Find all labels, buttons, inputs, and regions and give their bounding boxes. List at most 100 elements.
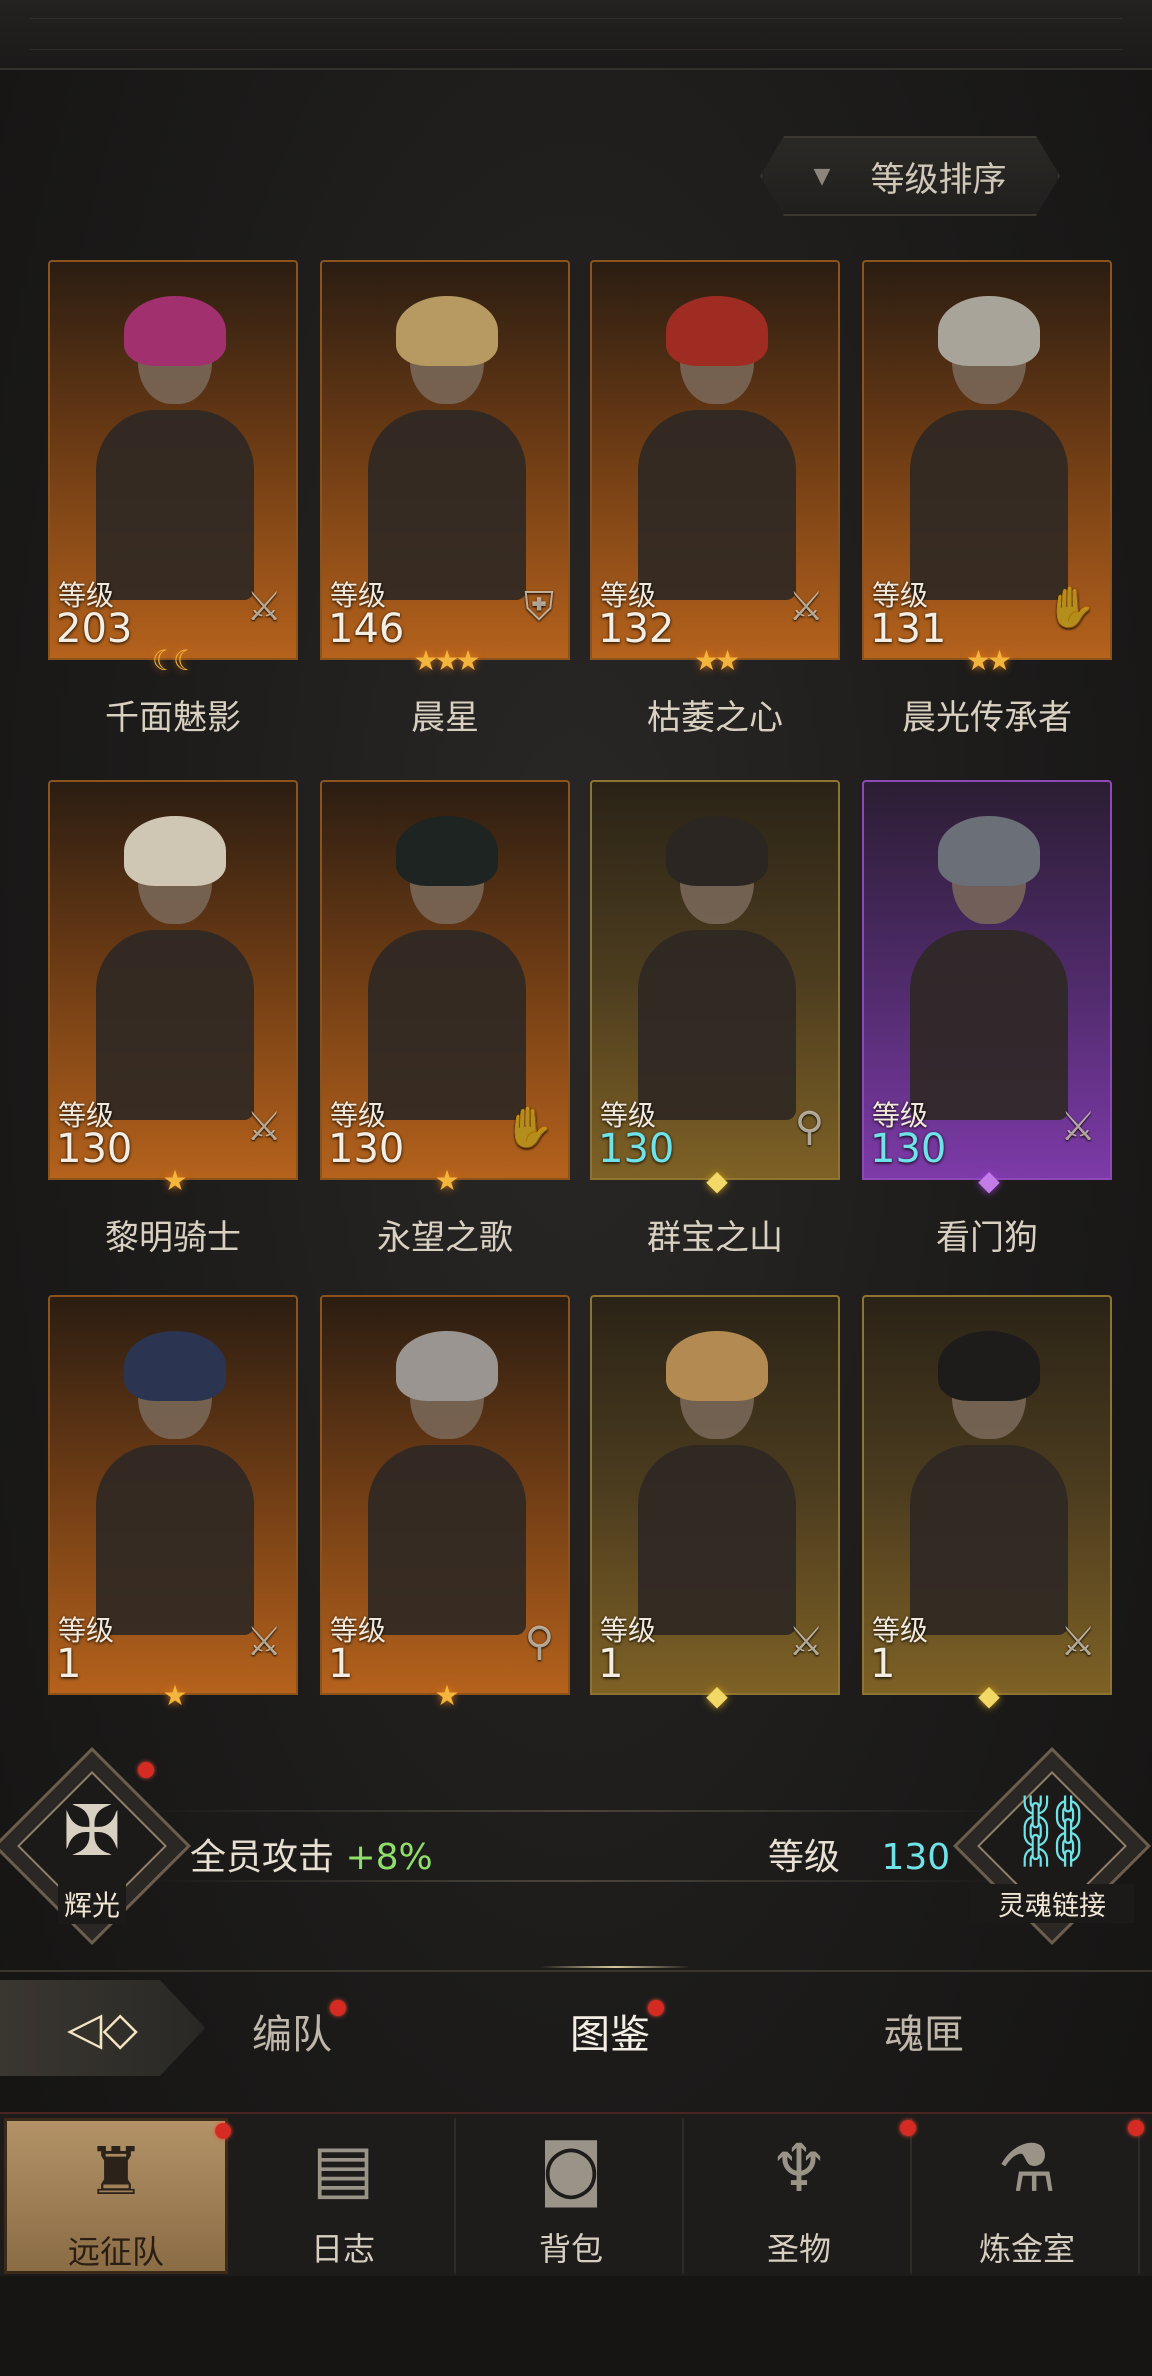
tab-formation[interactable]: 编队 [252, 2000, 346, 2060]
bottom-safe-area [0, 2276, 1152, 2376]
soul-link-label: 灵魂链接 [970, 1884, 1134, 1923]
sword-icon: ⚔ [246, 1104, 282, 1150]
sort-label: 等级排序 [870, 159, 1007, 200]
nav-item[interactable]: ▤ 日志 [232, 2118, 456, 2274]
dropdown-triangle-icon: ▼ [813, 163, 831, 189]
tab-soul-box[interactable]: 魂匣 [884, 2002, 964, 2060]
top-ornament [0, 0, 1152, 70]
star-rank: ★ [162, 1164, 187, 1197]
hero-card[interactable]: 等级 146 ⛨ ★★★ 晨星 [320, 260, 570, 738]
notification-dot [900, 2120, 916, 2136]
hero-name: 晨星 [411, 698, 479, 738]
sword-icon: ⚔ [246, 584, 282, 630]
soul-level-label: 等级 [768, 1837, 841, 1878]
sword-icon: ⚔ [1060, 1619, 1096, 1665]
hero-figure [632, 812, 802, 1120]
sword-icon: ⚔ [788, 1619, 824, 1665]
collapse-arrow-button[interactable]: ◁◇ [0, 1980, 205, 2076]
hero-portrait: 等级 130 ✋ [320, 780, 570, 1180]
hero-figure [632, 1327, 802, 1635]
nav-item[interactable]: ⚗ 炼金室 [916, 2118, 1144, 2274]
tab-label: 编队 [252, 2012, 332, 2058]
hero-card[interactable]: 等级 1 ⚲ ★ [320, 1295, 570, 1715]
hero-name: 黎明骑士 [105, 1218, 241, 1258]
nav-label: 日志 [310, 2230, 375, 2268]
hero-name: 群宝之山 [647, 1218, 783, 1258]
hero-portrait: 等级 132 ⚔ [590, 260, 840, 660]
active-indicator [540, 1966, 690, 1968]
star-rank: ◆ [706, 1164, 728, 1197]
hero-figure [904, 292, 1074, 600]
nav-label: 圣物 [766, 2230, 831, 2268]
nav-item[interactable]: ◙ 背包 [460, 2118, 684, 2274]
star-rank: ★★ [965, 644, 1012, 677]
tab-codex[interactable]: 图鉴 [570, 2000, 664, 2060]
sword-icon: ⚔ [788, 584, 824, 630]
hero-card[interactable]: 等级 130 ⚔ ★ 黎明骑士 [48, 780, 298, 1258]
shield-icon: ⛨ [524, 584, 554, 630]
hero-figure [904, 812, 1074, 1120]
notification-dot [1128, 2120, 1144, 2136]
hero-card[interactable]: 等级 130 ⚔ ◆ 看门狗 [862, 780, 1112, 1258]
hero-portrait: 等级 130 ⚔ [862, 780, 1112, 1180]
hero-card[interactable]: 等级 130 ⚲ ◆ 群宝之山 [590, 780, 840, 1258]
star-rank: ★ [434, 1164, 459, 1197]
tab-label: 魂匣 [884, 2012, 964, 2058]
star-rank: ★ [162, 1679, 187, 1712]
helmet-icon: ♜ [86, 2133, 146, 2210]
alchemy-icon: ⚗ [997, 2130, 1057, 2207]
hero-portrait: 等级 131 ✋ [862, 260, 1112, 660]
hero-portrait: 等级 1 ⚲ [320, 1295, 570, 1695]
star-rank: ★★ [693, 644, 740, 677]
hero-card[interactable]: 等级 203 ⚔ ☾☾ 千面魅影 [48, 260, 298, 738]
hero-portrait: 等级 130 ⚲ [590, 780, 840, 1180]
backpack-icon: ◙ [538, 2130, 604, 2207]
nav-item[interactable]: ♆ 圣物 [688, 2118, 916, 2274]
hero-card[interactable]: 等级 131 ✋ ★★ 晨光传承者 [862, 260, 1112, 738]
sword-icon: ⚔ [246, 1619, 282, 1665]
game-screen: ▼ 等级排序 等级 203 ⚔ ☾☾ 千面魅影 等级 146 ⛨ ★★★ 晨星 等级 132 ⚔ ★★ 枯萎… [0, 0, 1152, 2376]
hero-card[interactable]: 等级 1 ⚔ ◆ [862, 1295, 1112, 1715]
hero-figure [90, 1327, 260, 1635]
notification-dot [648, 2000, 664, 2016]
hero-name: 永望之歌 [377, 1218, 513, 1258]
hero-name: 晨光传承者 [902, 698, 1072, 738]
hand-icon: ✋ [504, 1105, 554, 1151]
bottom-navigation: ♜ 远征队 ▤ 日志 ◙ 背包 ♆ 圣物 ⚗ 炼金室 [0, 2112, 1152, 2276]
hero-figure [362, 1327, 532, 1635]
hero-figure [362, 812, 532, 1120]
notification-dot [215, 2123, 231, 2139]
arrow-left-icon: ◁◇ [67, 2001, 138, 2055]
bonus-value: +8% [345, 1837, 433, 1878]
hero-figure [904, 1327, 1074, 1635]
hero-figure [90, 812, 260, 1120]
hero-card[interactable]: 等级 1 ⚔ ◆ [590, 1295, 840, 1715]
hero-card[interactable]: 等级 1 ⚔ ★ [48, 1295, 298, 1715]
staff-icon: ⚲ [794, 1104, 824, 1150]
sort-by-level-button[interactable]: ▼ 等级排序 [760, 136, 1060, 216]
star-rank: ★★★ [413, 644, 480, 677]
sword-icon: ⚔ [1060, 1104, 1096, 1150]
tab-label: 图鉴 [570, 2012, 650, 2058]
hero-name: 千面魅影 [105, 698, 241, 738]
compass-sword-icon: ✠ [62, 1790, 122, 1872]
hero-card[interactable]: 等级 132 ⚔ ★★ 枯萎之心 [590, 260, 840, 738]
nav-label: 炼金室 [978, 2230, 1075, 2268]
chain-link-icon: ⛓ [1007, 1790, 1097, 1872]
nav-item[interactable]: ♜ 远征队 [4, 2118, 231, 2274]
star-rank: ◆ [978, 1164, 1000, 1197]
scroll-icon: ▤ [311, 2130, 375, 2207]
soul-link-button[interactable]: ⛓ 灵魂链接 [953, 1747, 1151, 1945]
star-rank: ★ [434, 1679, 459, 1712]
status-bar: ✠ 辉光 全员攻击 +8% 等级 130 ⛓ 灵魂链接 [0, 1747, 1152, 1950]
hero-portrait: 等级 1 ⚔ [862, 1295, 1112, 1695]
hero-name: 枯萎之心 [647, 698, 783, 738]
bonus-label: 全员攻击 [190, 1837, 335, 1878]
notification-dot [138, 1762, 154, 1778]
hero-portrait: 等级 146 ⛨ [320, 260, 570, 660]
radiance-button[interactable]: ✠ 辉光 [0, 1747, 191, 1945]
notification-dot [330, 2000, 346, 2016]
hero-figure [90, 292, 260, 600]
divider [130, 1810, 1022, 1812]
hero-card[interactable]: 等级 130 ✋ ★ 永望之歌 [320, 780, 570, 1258]
